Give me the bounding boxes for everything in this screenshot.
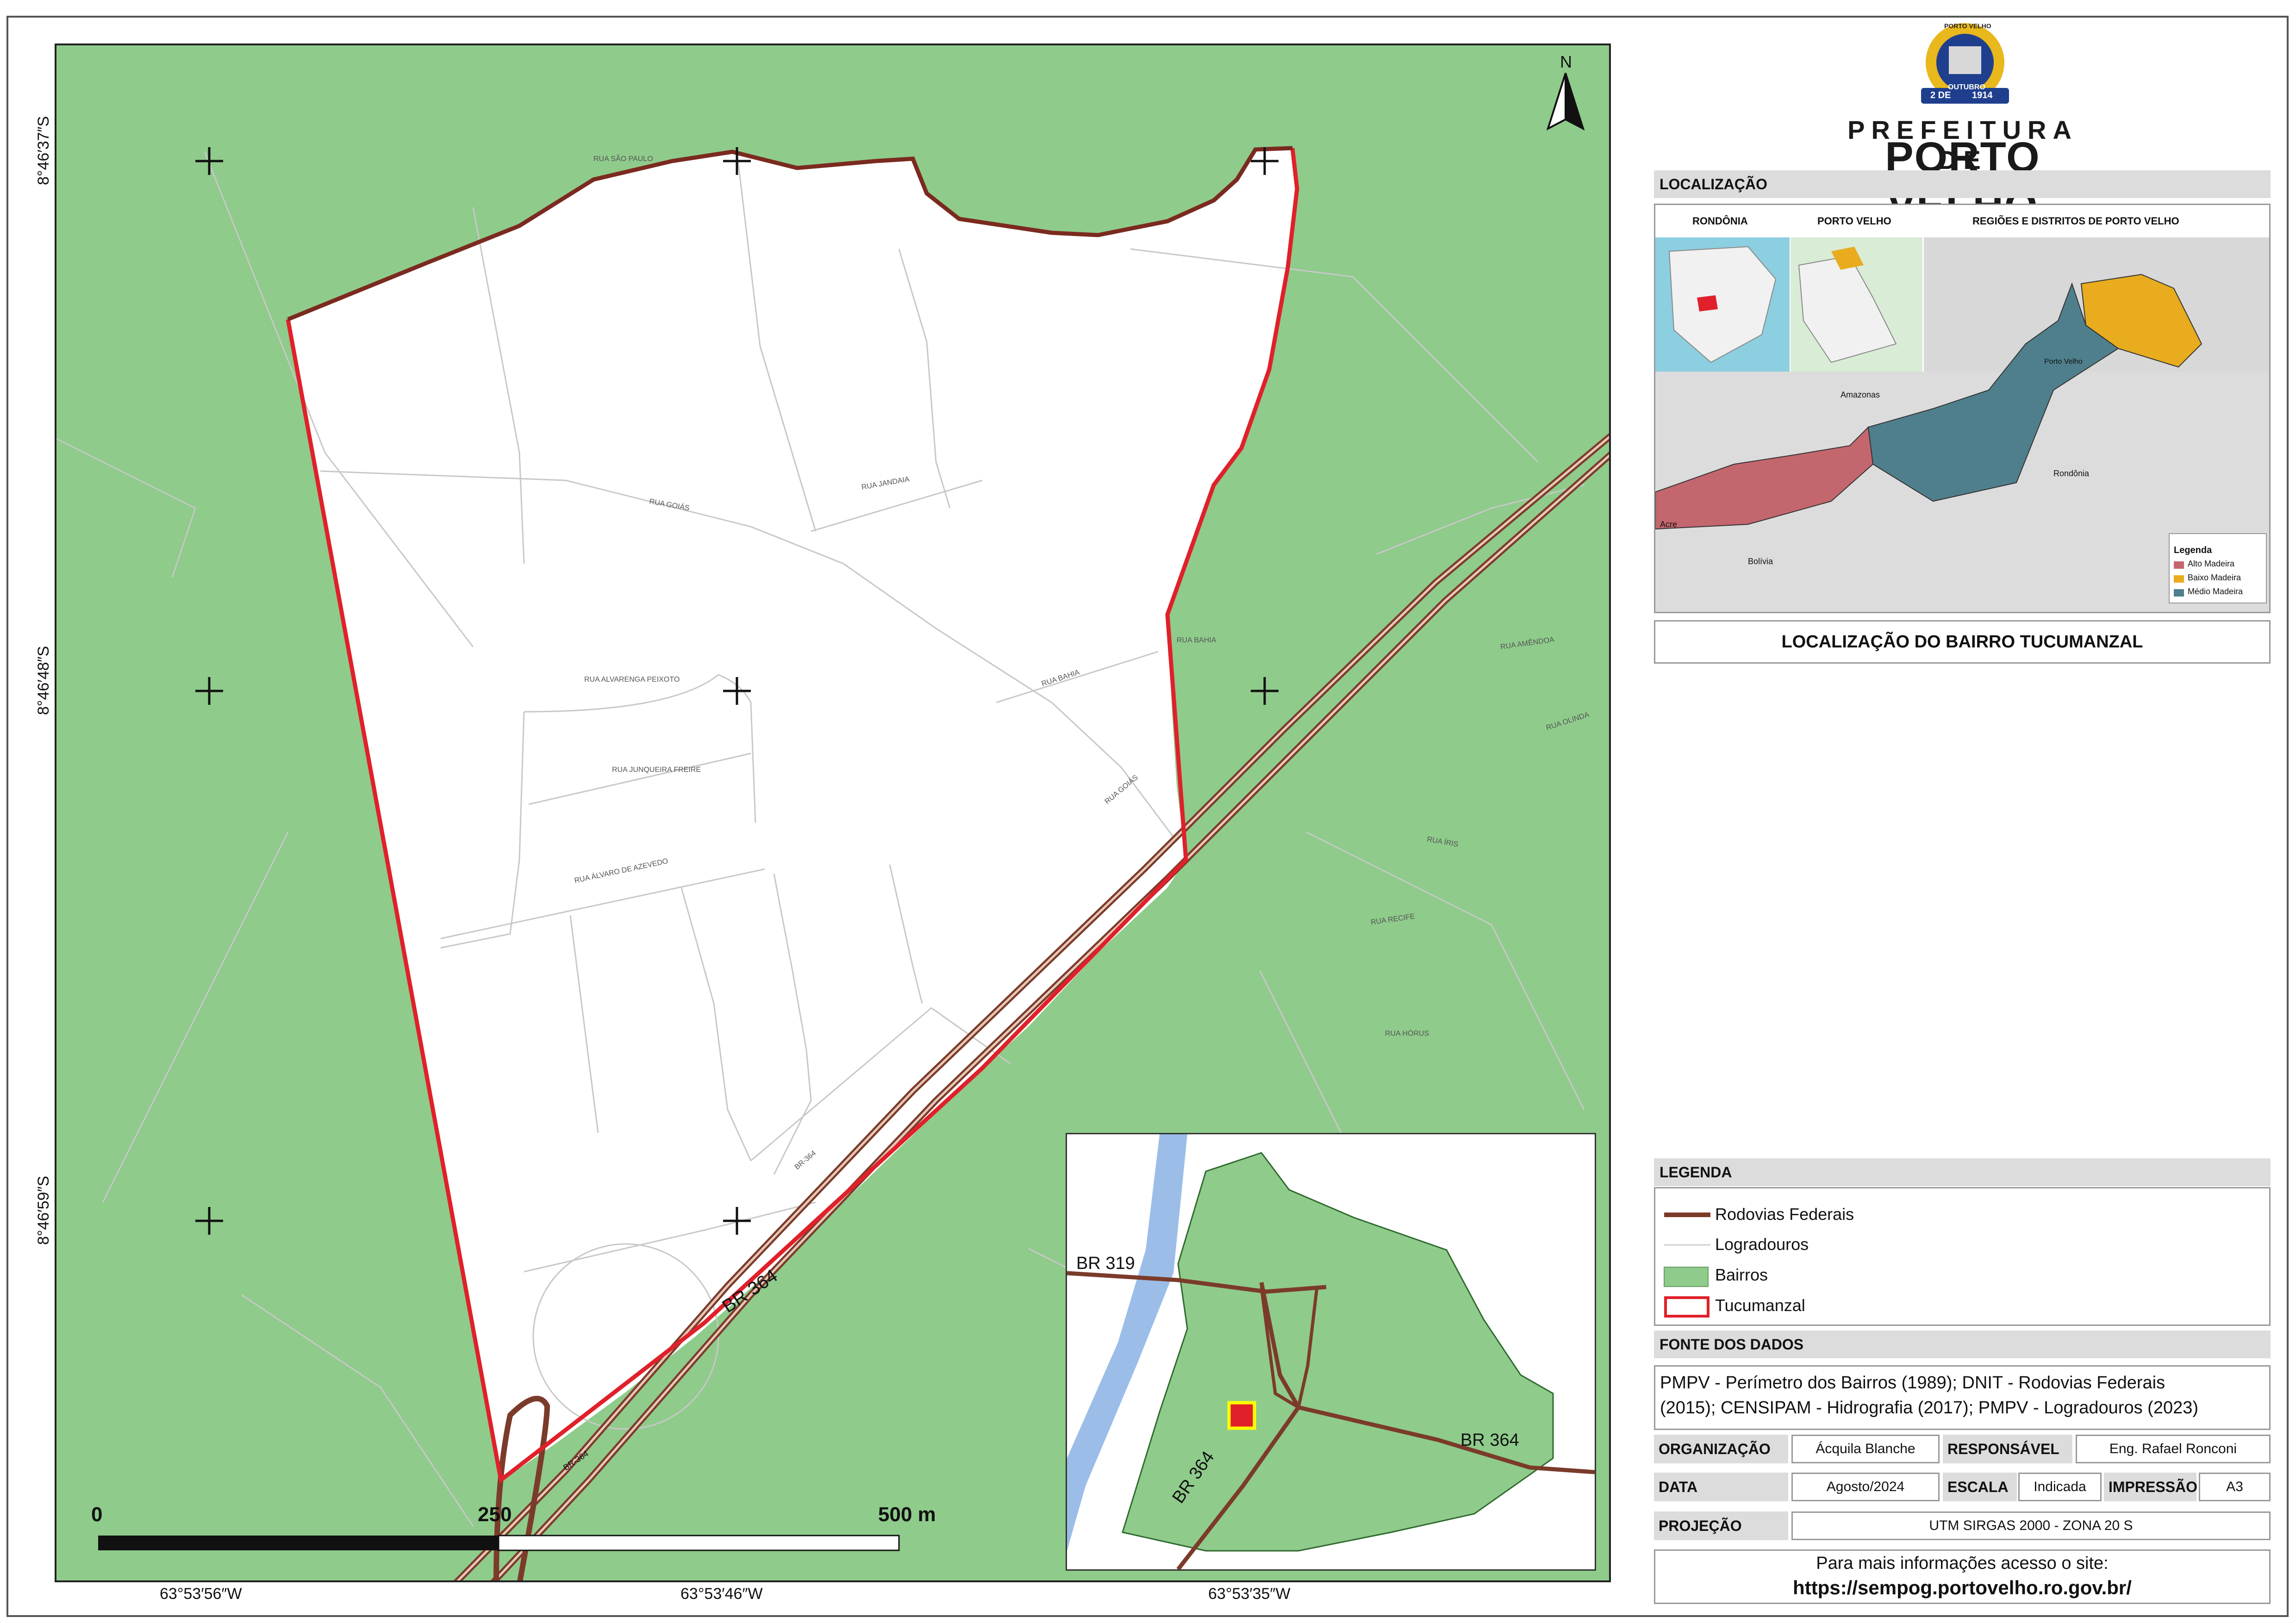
north-arrow-icon (1546, 73, 1585, 131)
projecao-label: PROJEÇÃO (1654, 1511, 1788, 1540)
lat-bottom: 8°46′59″S (35, 1175, 52, 1245)
legend-bairros: Bairros (1715, 1265, 1768, 1284)
legend-tucumanzal: Tucumanzal (1715, 1296, 1805, 1315)
projecao-value: UTM SIRGAS 2000 - ZONA 20 S (1791, 1511, 2271, 1540)
inset-city-map: BR 319 BR 364 BR 364 (1066, 1133, 1596, 1571)
seal-top: PORTO VELHO (1944, 22, 1991, 30)
loc-col-portovelho: PORTO VELHO (1817, 215, 1891, 227)
seal-year: 1914 (1972, 90, 1993, 100)
street-label: RUA OLINDA (1545, 711, 1591, 732)
data-value: Agosto/2024 (1791, 1473, 1940, 1501)
loc-col-rondonia: RONDÔNIA (1692, 215, 1748, 227)
place-acre: Acre (1660, 520, 1678, 529)
street-label: RUA BAHIA (1177, 636, 1217, 644)
scale-bar (98, 1535, 900, 1551)
impressao-label: IMPRESSÃO (2104, 1473, 2197, 1501)
org-value: Ácquila Blanche (1791, 1435, 1940, 1463)
legend-baixo: Baixo Madeira (2188, 573, 2241, 582)
legend-logradouros: Logradouros (1715, 1235, 1809, 1254)
lon-left: 63°53′56″W (160, 1585, 242, 1603)
lat-mid: 8°46′48″S (35, 646, 52, 715)
data-label: DATA (1654, 1473, 1788, 1501)
scale-label-0: 0 (91, 1503, 103, 1526)
fonte-header: FONTE DOS DADOS (1654, 1331, 2271, 1358)
street-label: RUA SÃO PAULO (593, 154, 653, 163)
resp-value: Eng. Rafael Ronconi (2076, 1435, 2271, 1463)
street-label: RUA ÍRIS (1426, 834, 1459, 849)
localizacao-header: LOCALIZAÇÃO (1654, 170, 2271, 198)
legend-medio: Médio Madeira (2188, 587, 2243, 596)
main-map: RUA GOIÁS RUA JANDAIA RUA ALVARENGA PEIX… (55, 44, 1611, 1582)
escala-label: ESCALA (1943, 1473, 2017, 1501)
org-label: ORGANIZAÇÃO (1654, 1435, 1788, 1463)
fonte-line-1: PMPV - Perímetro dos Bairros (1989); DNI… (1660, 1373, 2165, 1393)
street-label: RUA HÓRUS (1385, 1029, 1429, 1038)
place-porto-velho: Porto Velho (2044, 358, 2083, 366)
impressao-value: A3 (2199, 1473, 2271, 1501)
br364-small-label: BR-364 (562, 1449, 590, 1473)
legend-rodovias: Rodovias Federais (1715, 1205, 1854, 1224)
lon-mid: 63°53′46″W (680, 1585, 763, 1603)
resp-label: RESPONSÁVEL (1943, 1435, 2072, 1463)
seal-date: 2 DE (1930, 90, 1951, 100)
seal-band: OUTUBRO (1948, 83, 1985, 91)
fonte-box: PMPV - Perímetro dos Bairros (1989); DNI… (1654, 1365, 2271, 1430)
footer-line-1: Para mais informações acesso o site: (1816, 1554, 2109, 1573)
lon-right: 63°53′35″W (1208, 1585, 1291, 1603)
legend-inset-title: Legenda (2174, 545, 2212, 555)
north-label: N (1560, 52, 1572, 71)
legend-alto: Alto Madeira (2188, 559, 2235, 568)
localizacao-box: RONDÔNIA PORTO VELHO REGIÕES E DISTRITOS… (1654, 204, 2271, 613)
street-label: RUA JUNQUEIRA FREIRE (612, 766, 701, 774)
loc-col-regioes: REGIÕES E DISTRITOS DE PORTO VELHO (1972, 215, 2179, 227)
footer-box: Para mais informações acesso o site: htt… (1654, 1549, 2271, 1604)
inset-br319: BR 319 (1076, 1254, 1135, 1273)
map-title: LOCALIZAÇÃO DO BAIRRO TUCUMANZAL (1654, 620, 2271, 664)
street-label: RUA AMÊNDOA (1500, 635, 1555, 651)
escala-value: Indicada (2018, 1473, 2102, 1501)
legenda-header: LEGENDA (1654, 1158, 2271, 1186)
footer-url[interactable]: https://sempog.portovelho.ro.gov.br/ (1655, 1577, 2269, 1599)
legend-symbols (1664, 1213, 1710, 1318)
lat-top: 8°46′37″S (35, 116, 52, 185)
inset-br364-b: BR 364 (1460, 1430, 1519, 1450)
scale-label-250: 250 (478, 1503, 512, 1526)
fonte-line-2: (2015); CENSIPAM - Hidrografia (2017); P… (1660, 1398, 2199, 1418)
street-label: RUA ALVARENGA PEIXOTO (584, 676, 680, 684)
place-bolivia: Bolívia (1748, 557, 1773, 566)
place-amazonas: Amazonas (1841, 390, 1880, 399)
street-label: RUA RECIFE (1370, 913, 1415, 927)
city-seal-logo: 1914 2 DE OUTUBRO PORTO VELHO (1912, 19, 2018, 111)
place-rondonia: Rondônia (2053, 469, 2090, 478)
scale-label-500: 500 m (878, 1503, 936, 1526)
